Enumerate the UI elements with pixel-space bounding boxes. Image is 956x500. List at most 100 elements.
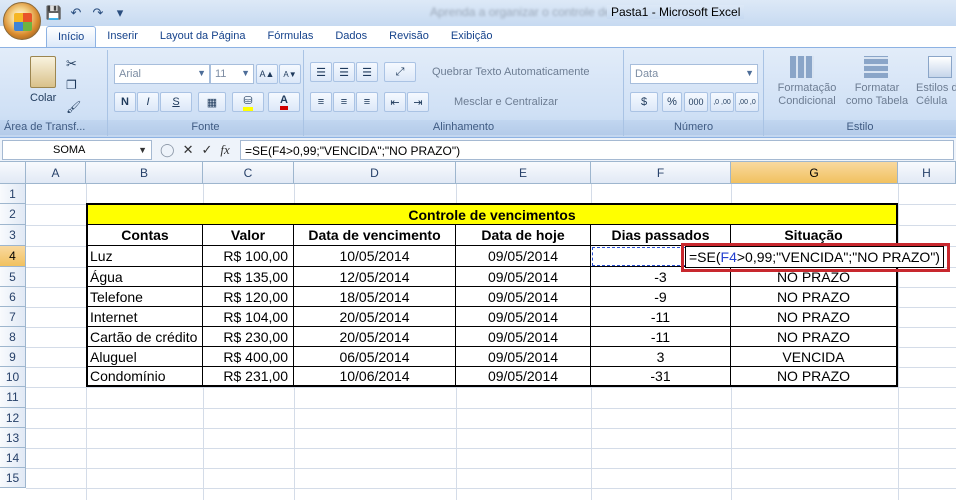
- row-header[interactable]: 9: [0, 347, 26, 367]
- worksheet-grid[interactable]: A B C D E F G H 1 2 3 4 5 6 7 8 9 10 11 …: [0, 162, 956, 500]
- paste-label[interactable]: Colar: [30, 92, 56, 104]
- cell-conta[interactable]: Cartão de crédito: [88, 327, 203, 347]
- header-valor[interactable]: Valor: [203, 225, 294, 246]
- thousands-button[interactable]: 000: [684, 92, 708, 112]
- paste-icon[interactable]: [30, 56, 56, 88]
- cell-valor[interactable]: R$ 231,00: [203, 367, 294, 385]
- tab-inserir[interactable]: Inserir: [96, 26, 149, 48]
- col-header-f[interactable]: F: [591, 162, 731, 184]
- table-title[interactable]: Controle de vencimentos: [88, 205, 896, 225]
- cell-dias[interactable]: 3: [591, 347, 731, 367]
- format-table-button[interactable]: Formatar como Tabela: [842, 82, 912, 108]
- row-header[interactable]: 1: [0, 184, 26, 204]
- cut-icon[interactable]: ✂: [66, 56, 77, 72]
- wrap-text-button[interactable]: Quebrar Texto Automaticamente: [432, 66, 590, 78]
- grow-font-button[interactable]: A▲: [256, 64, 278, 84]
- col-header-a[interactable]: A: [26, 162, 86, 184]
- percent-button[interactable]: %: [662, 92, 682, 112]
- orientation-icon[interactable]: ⤢: [384, 62, 416, 82]
- tab-revisao[interactable]: Revisão: [378, 26, 440, 48]
- cell-valor[interactable]: R$ 100,00: [203, 246, 294, 267]
- currency-button[interactable]: $: [630, 92, 658, 112]
- cell-hoje[interactable]: 09/05/2014: [456, 347, 591, 367]
- align-right-icon[interactable]: ≡: [356, 92, 378, 112]
- align-left-icon[interactable]: ≡: [310, 92, 332, 112]
- undo-icon[interactable]: ↶: [68, 5, 84, 21]
- cell-vencimento[interactable]: 12/05/2014: [294, 267, 456, 287]
- header-contas[interactable]: Contas: [88, 225, 203, 246]
- font-family-select[interactable]: Arial ▼: [114, 64, 210, 84]
- col-header-b[interactable]: B: [86, 162, 203, 184]
- bold-button[interactable]: N: [114, 92, 136, 112]
- header-vencimento[interactable]: Data de vencimento: [294, 225, 456, 246]
- align-middle-icon[interactable]: ☰: [333, 62, 355, 82]
- cell-conta[interactable]: Internet: [88, 307, 203, 327]
- cell-conta[interactable]: Luz: [88, 246, 203, 267]
- redo-icon[interactable]: ↷: [90, 5, 106, 21]
- cell-styles-icon[interactable]: [928, 56, 952, 78]
- cell-conta[interactable]: Água: [88, 267, 203, 287]
- row-header[interactable]: 12: [0, 408, 26, 428]
- cell-situacao[interactable]: NO PRAZO: [731, 307, 896, 327]
- format-table-icon[interactable]: [864, 56, 888, 78]
- row-header[interactable]: 2: [0, 204, 26, 225]
- decrease-decimal-button[interactable]: ,00 ,0: [735, 92, 759, 112]
- cell-vencimento[interactable]: 06/05/2014: [294, 347, 456, 367]
- col-header-e[interactable]: E: [456, 162, 591, 184]
- cell-valor[interactable]: R$ 230,00: [203, 327, 294, 347]
- col-header-g[interactable]: G: [731, 162, 898, 184]
- cell-vencimento[interactable]: 18/05/2014: [294, 287, 456, 307]
- select-all-corner[interactable]: [0, 162, 26, 184]
- cell-hoje[interactable]: 09/05/2014: [456, 287, 591, 307]
- font-size-select[interactable]: 11 ▼: [210, 64, 254, 84]
- increase-decimal-button[interactable]: ,0 ,00: [710, 92, 734, 112]
- align-center-icon[interactable]: ≡: [333, 92, 355, 112]
- copy-icon[interactable]: ❐: [66, 78, 77, 92]
- cancel-icon[interactable]: ✕: [183, 142, 194, 158]
- cell-vencimento[interactable]: 20/05/2014: [294, 327, 456, 347]
- cell-conta[interactable]: Condomínio: [88, 367, 203, 385]
- enter-icon[interactable]: ✓: [201, 142, 212, 158]
- cell-dias[interactable]: -11: [591, 327, 731, 347]
- row-header[interactable]: 13: [0, 428, 26, 448]
- row-header[interactable]: 5: [0, 267, 26, 287]
- tab-layout[interactable]: Layout da Página: [149, 26, 257, 48]
- shrink-font-button[interactable]: A▼: [279, 64, 301, 84]
- cell-hoje[interactable]: 09/05/2014: [456, 246, 591, 267]
- row-header[interactable]: 3: [0, 225, 26, 246]
- cell-hoje[interactable]: 09/05/2014: [456, 307, 591, 327]
- cell-situacao[interactable]: NO PRAZO: [731, 367, 896, 385]
- col-header-c[interactable]: C: [203, 162, 294, 184]
- row-header[interactable]: 4: [0, 246, 26, 267]
- italic-button[interactable]: I: [137, 92, 159, 112]
- row-header[interactable]: 7: [0, 307, 26, 327]
- cell-hoje[interactable]: 09/05/2014: [456, 367, 591, 385]
- cell-situacao[interactable]: NO PRAZO: [731, 287, 896, 307]
- align-top-icon[interactable]: ☰: [310, 62, 332, 82]
- cell-dias[interactable]: -11: [591, 307, 731, 327]
- cell-vencimento[interactable]: 10/06/2014: [294, 367, 456, 385]
- formula-input[interactable]: =SE(F4>0,99;"VENCIDA";"NO PRAZO"): [240, 140, 954, 160]
- cell-situacao[interactable]: NO PRAZO: [731, 327, 896, 347]
- row-header[interactable]: 10: [0, 367, 26, 387]
- cell-styles-button[interactable]: Estilos deCélula: [916, 82, 956, 108]
- conditional-format-icon[interactable]: [790, 56, 814, 78]
- merge-center-button[interactable]: Mesclar e Centralizar: [454, 96, 558, 108]
- tab-exibicao[interactable]: Exibição: [440, 26, 504, 48]
- row-header[interactable]: 6: [0, 287, 26, 307]
- align-bottom-icon[interactable]: ☰: [356, 62, 378, 82]
- name-box[interactable]: SOMA ▼: [2, 140, 152, 160]
- row-header[interactable]: 11: [0, 387, 26, 408]
- insert-function-icon[interactable]: fx: [220, 142, 229, 158]
- cell-valor[interactable]: R$ 135,00: [203, 267, 294, 287]
- customize-qat-icon[interactable]: ▾: [112, 5, 128, 21]
- cell-valor[interactable]: R$ 400,00: [203, 347, 294, 367]
- fill-color-icon[interactable]: ⛁: [232, 92, 264, 112]
- save-icon[interactable]: 💾: [46, 5, 62, 21]
- font-color-icon[interactable]: A: [268, 92, 300, 112]
- cell-valor[interactable]: R$ 104,00: [203, 307, 294, 327]
- cell-dias[interactable]: -9: [591, 287, 731, 307]
- cell-dias[interactable]: -31: [591, 367, 731, 385]
- tab-inicio[interactable]: Início: [46, 26, 97, 48]
- col-header-h[interactable]: H: [898, 162, 956, 184]
